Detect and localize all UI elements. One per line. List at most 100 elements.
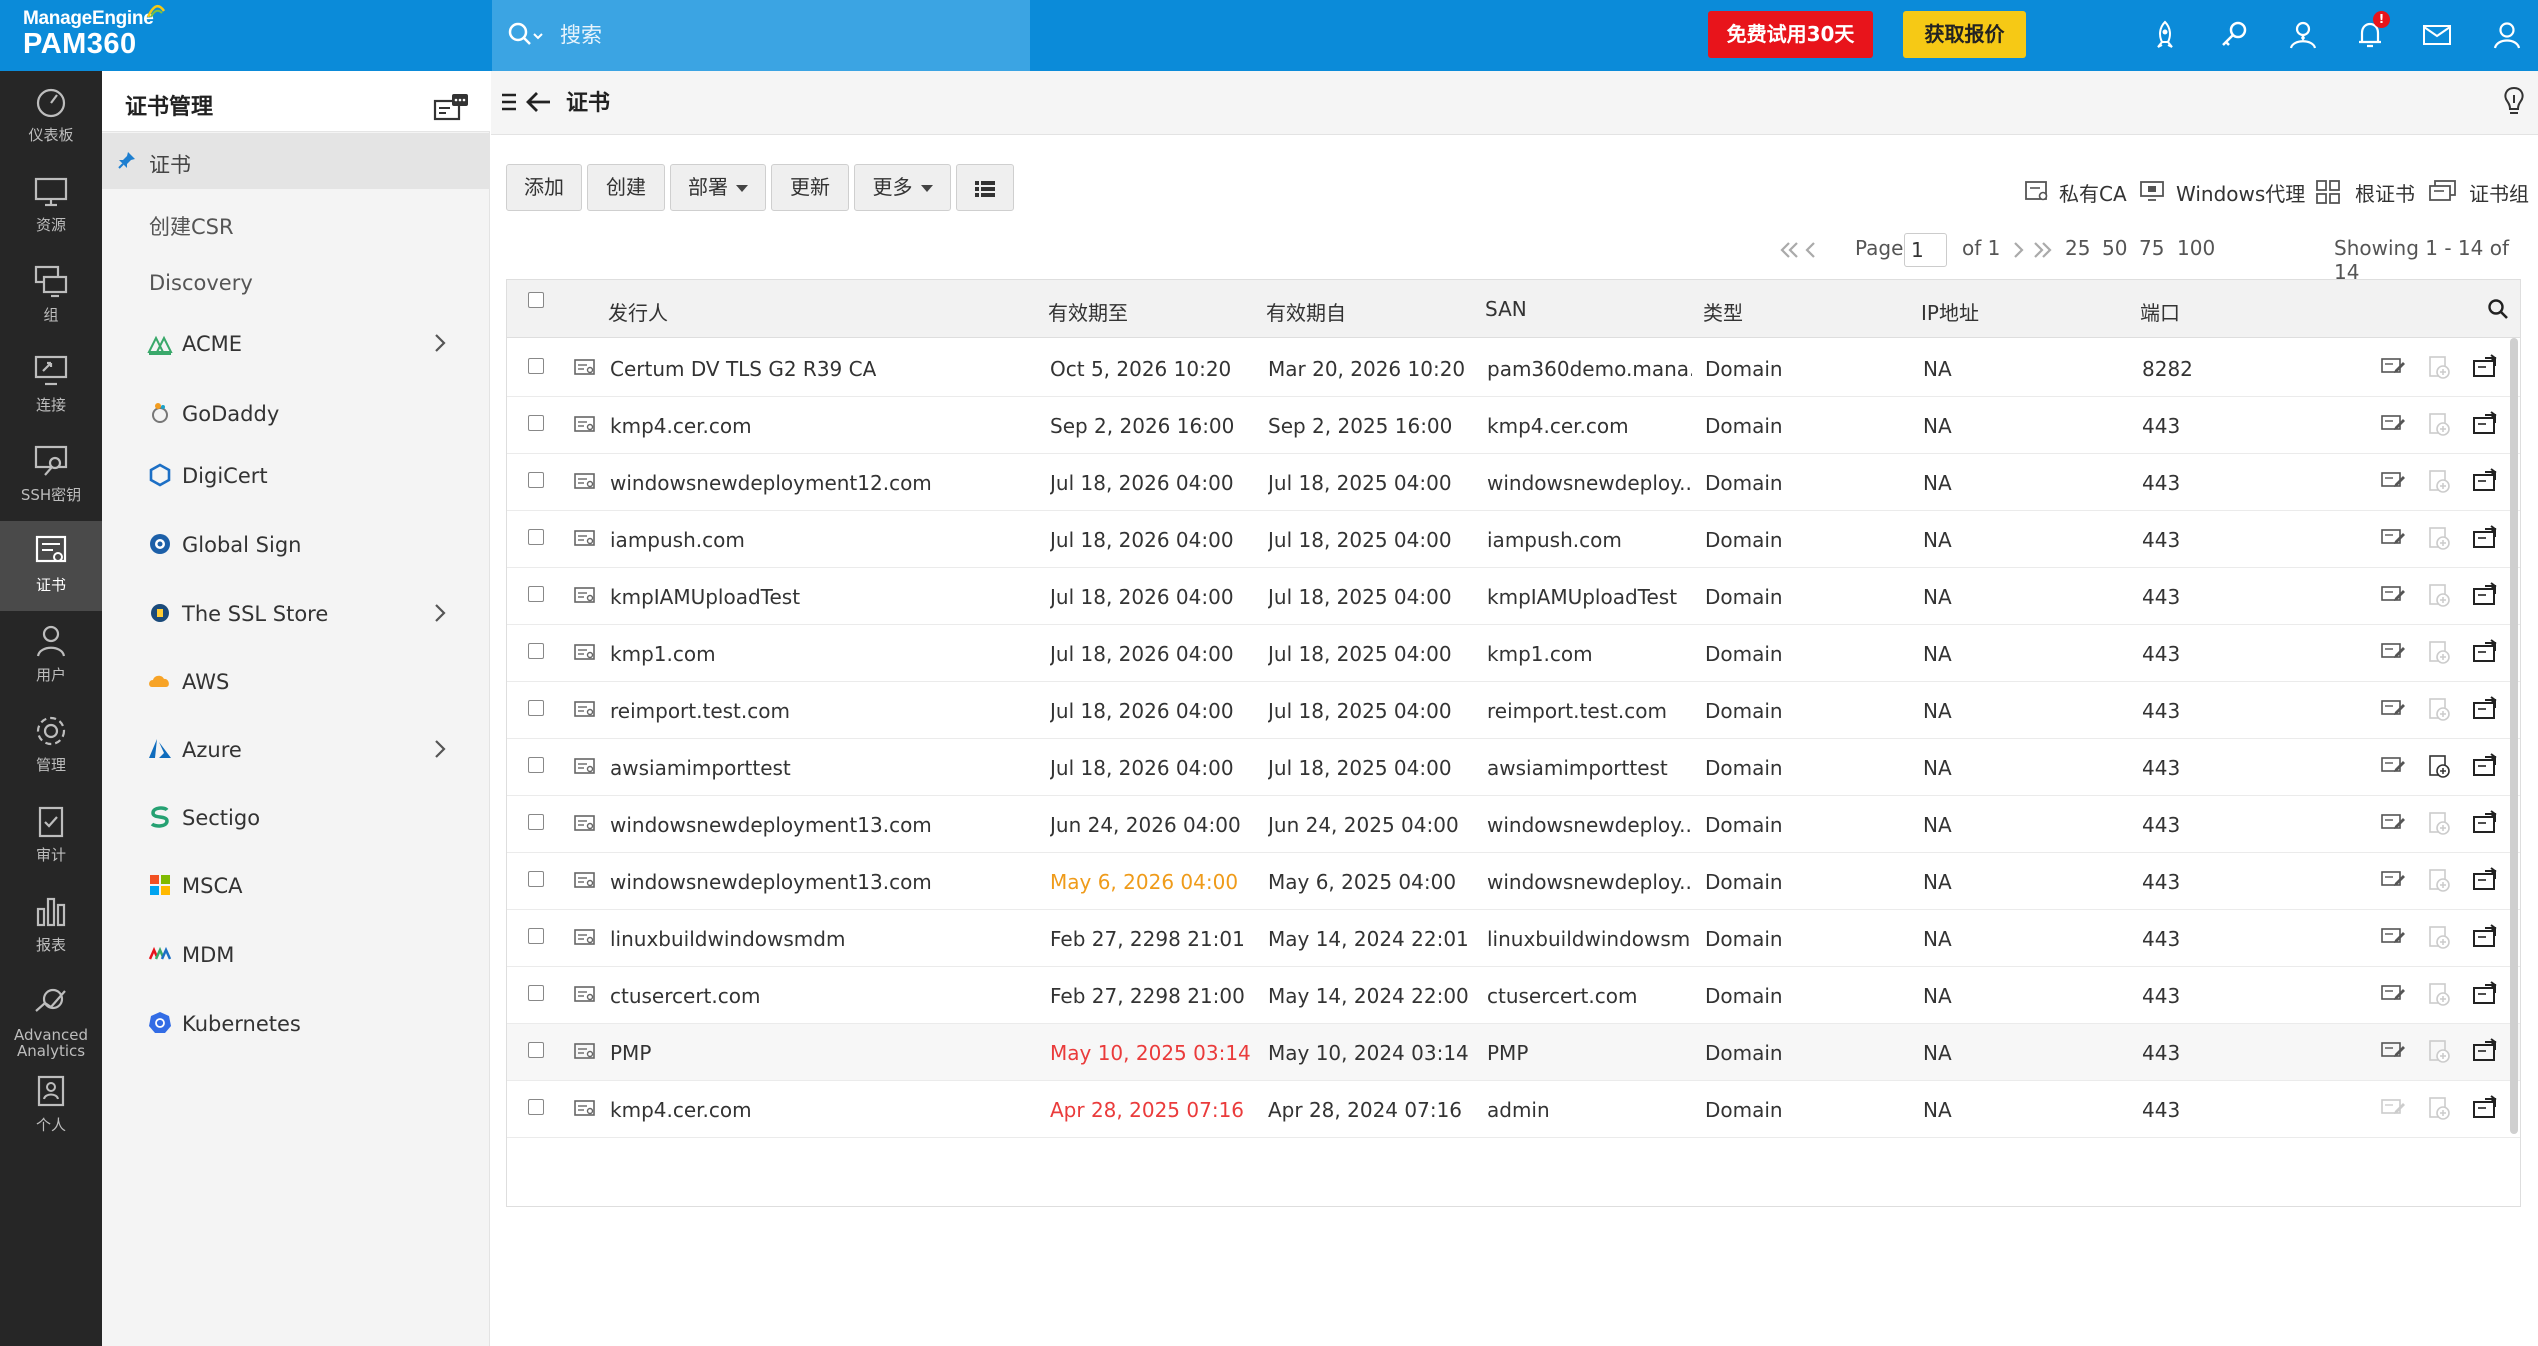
rail-admin[interactable]: 管理: [0, 701, 102, 791]
sidebar-item-msca[interactable]: MSCA: [102, 858, 490, 914]
edit-certificate-icon[interactable]: [2380, 639, 2406, 668]
cell-issuer[interactable]: kmp4.cer.com: [610, 1098, 752, 1122]
certificate-row-icon[interactable]: [573, 813, 597, 838]
table-scrollbar[interactable]: [2510, 338, 2518, 1134]
table-row[interactable]: kmp4.cer.com Apr 28, 2025 07:16 Apr 28, 20…: [507, 1081, 2520, 1138]
row-checkbox[interactable]: [528, 643, 544, 659]
cell-issuer[interactable]: kmp1.com: [610, 642, 716, 666]
renew-certificate-icon[interactable]: [2471, 867, 2499, 898]
lightbulb-icon[interactable]: [2501, 85, 2527, 119]
deploy-certificate-icon[interactable]: [2426, 867, 2452, 898]
certificate-row-icon[interactable]: [573, 927, 597, 952]
user-icon[interactable]: [2490, 18, 2524, 52]
certificate-row-icon[interactable]: [573, 585, 597, 610]
cell-issuer[interactable]: Certum DV TLS G2 R39 CA: [610, 357, 876, 381]
rail-ssh-keys[interactable]: SSH密钥: [0, 431, 102, 521]
certificate-row-icon[interactable]: [573, 984, 597, 1009]
row-checkbox[interactable]: [528, 1042, 544, 1058]
page-size-50[interactable]: 50: [2102, 236, 2127, 260]
cell-issuer[interactable]: windowsnewdeployment12.com: [610, 471, 932, 495]
table-search-icon[interactable]: [2487, 298, 2509, 320]
deploy-certificate-icon[interactable]: [2426, 696, 2452, 727]
rail-reports[interactable]: 报表: [0, 881, 102, 971]
edit-certificate-icon[interactable]: [2380, 1038, 2406, 1067]
deploy-certificate-icon[interactable]: [2426, 1038, 2452, 1069]
menu-icon[interactable]: [500, 90, 520, 114]
mail-icon[interactable]: [2420, 18, 2454, 52]
edit-certificate-icon[interactable]: [2380, 582, 2406, 611]
renew-certificate-icon[interactable]: [2471, 639, 2499, 670]
renew-certificate-icon[interactable]: [2471, 525, 2499, 556]
row-checkbox[interactable]: [528, 757, 544, 773]
next-page-icon[interactable]: [2011, 241, 2025, 259]
certificate-row-icon[interactable]: [573, 756, 597, 781]
sidebar-item-sectigo[interactable]: Sectigo: [102, 790, 490, 846]
table-row[interactable]: Certum DV TLS G2 R39 CA Oct 5, 2026 10:20…: [507, 340, 2520, 397]
add-button[interactable]: 添加: [506, 164, 582, 211]
get-quote-button[interactable]: 获取报价: [1903, 11, 2026, 58]
create-button[interactable]: 创建: [587, 164, 665, 211]
deploy-certificate-icon[interactable]: [2426, 354, 2452, 385]
renew-certificate-icon[interactable]: [2471, 1095, 2499, 1126]
root-cert-icon[interactable]: [2315, 179, 2341, 205]
renew-certificate-icon[interactable]: [2471, 354, 2499, 385]
search-input[interactable]: [560, 18, 1000, 52]
row-checkbox[interactable]: [528, 1099, 544, 1115]
cell-issuer[interactable]: ctusercert.com: [610, 984, 760, 1008]
renew-certificate-icon[interactable]: [2471, 582, 2499, 613]
edit-certificate-icon[interactable]: [2380, 411, 2406, 440]
renew-certificate-icon[interactable]: [2471, 1038, 2499, 1069]
deploy-certificate-icon[interactable]: [2426, 468, 2452, 499]
rocket-icon[interactable]: [2148, 18, 2182, 52]
search-icon[interactable]: [504, 18, 544, 52]
row-checkbox[interactable]: [528, 586, 544, 602]
certificate-row-icon[interactable]: [573, 870, 597, 895]
sidebar-item-godaddy[interactable]: GoDaddy: [102, 386, 490, 442]
renew-certificate-icon[interactable]: [2471, 411, 2499, 442]
edit-certificate-icon[interactable]: [2380, 981, 2406, 1010]
edit-certificate-icon[interactable]: [2380, 354, 2406, 383]
table-row[interactable]: windowsnewdeployment13.com Jun 24, 2026 0…: [507, 796, 2520, 853]
edit-certificate-icon[interactable]: [2380, 924, 2406, 953]
cell-issuer[interactable]: linuxbuildwindowsmdm: [610, 927, 845, 951]
edit-certificate-icon[interactable]: [2380, 810, 2406, 839]
edit-certificate-icon[interactable]: [2380, 753, 2406, 782]
rail-dashboard[interactable]: 仪表板: [0, 71, 102, 161]
edit-certificate-icon[interactable]: [2380, 468, 2406, 497]
rail-users[interactable]: 用户: [0, 611, 102, 701]
edit-certificate-icon[interactable]: [2380, 1095, 2406, 1124]
windows-agent-link[interactable]: Windows代理: [2176, 178, 2305, 207]
renew-certificate-icon[interactable]: [2471, 696, 2499, 727]
page-size-100[interactable]: 100: [2177, 236, 2215, 260]
sidebar-item-ssl-store[interactable]: The SSL Store: [102, 586, 490, 642]
table-row[interactable]: windowsnewdeployment13.com May 6, 2026 04…: [507, 853, 2520, 910]
table-row[interactable]: kmp1.com Jul 18, 2026 04:00 Jul 18, 2025 0…: [507, 625, 2520, 682]
certificate-row-icon[interactable]: [573, 357, 597, 382]
rail-audit[interactable]: 审计: [0, 791, 102, 881]
sidebar-item-create-csr[interactable]: 创建CSR: [102, 195, 490, 251]
rail-groups[interactable]: 组: [0, 251, 102, 341]
certificate-row-icon[interactable]: [573, 471, 597, 496]
page-number-input[interactable]: 1: [1904, 233, 1947, 267]
deploy-certificate-icon[interactable]: [2426, 582, 2452, 613]
sidebar-item-kubernetes[interactable]: Kubernetes: [102, 996, 490, 1052]
sidebar-item-aws[interactable]: AWS: [102, 654, 490, 710]
bell-icon[interactable]: !: [2353, 11, 2390, 52]
table-row[interactable]: linuxbuildwindowsmdm Feb 27, 2298 21:01 Ma…: [507, 910, 2520, 967]
list-view-button[interactable]: [956, 164, 1014, 211]
row-checkbox[interactable]: [528, 871, 544, 887]
cell-issuer[interactable]: windowsnewdeployment13.com: [610, 813, 932, 837]
cert-chat-icon[interactable]: [432, 91, 472, 123]
col-issuer[interactable]: 发行人: [608, 297, 668, 326]
free-trial-button[interactable]: 免费试用30天: [1708, 11, 1873, 58]
certificate-row-icon[interactable]: [573, 699, 597, 724]
col-valid-from[interactable]: 有效期自: [1266, 297, 1346, 326]
sidebar-item-discovery[interactable]: Discovery: [102, 255, 490, 311]
cell-issuer[interactable]: kmpIAMUploadTest: [610, 585, 800, 609]
row-checkbox[interactable]: [528, 985, 544, 1001]
cell-issuer[interactable]: awsiamimporttest: [610, 756, 791, 780]
table-row[interactable]: kmpIAMUploadTest Jul 18, 2026 04:00 Jul 18…: [507, 568, 2520, 625]
certificate-row-icon[interactable]: [573, 414, 597, 439]
col-ip[interactable]: IP地址: [1921, 297, 1979, 326]
cell-issuer[interactable]: iampush.com: [610, 528, 745, 552]
